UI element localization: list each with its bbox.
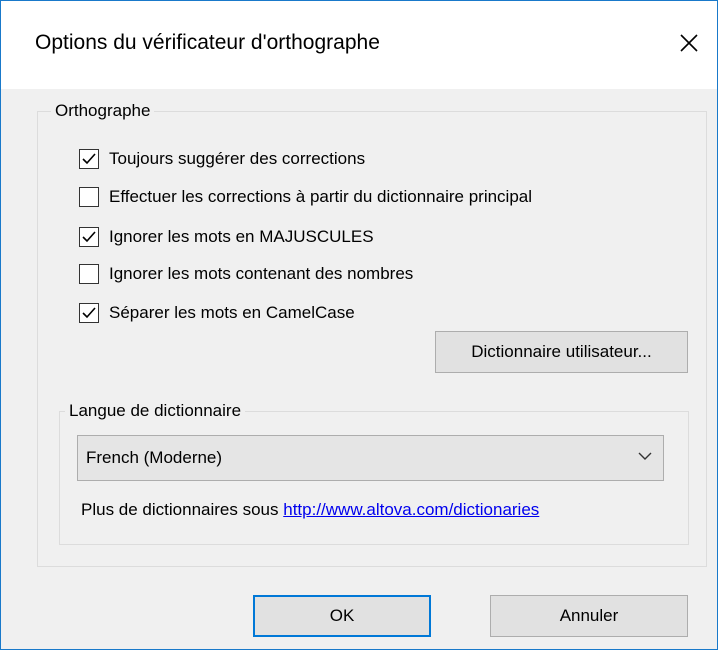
dialog-title: Options du vérificateur d'orthographe [35, 31, 380, 54]
close-button[interactable] [669, 23, 709, 63]
chevron-down-icon [638, 452, 652, 460]
checkbox[interactable] [79, 149, 99, 169]
title-bar: Options du vérificateur d'orthographe [1, 1, 717, 89]
dictionaries-link[interactable]: http://www.altova.com/dictionaries [283, 500, 539, 519]
language-dropdown[interactable]: French (Moderne) [77, 435, 664, 481]
checkmark-icon [82, 153, 96, 165]
cancel-button-label: Annuler [559, 606, 619, 625]
option-split-camelcase[interactable]: Séparer les mots en CamelCase [79, 301, 355, 325]
option-label: Toujours suggérer des corrections [109, 149, 366, 168]
spelling-group-label: Orthographe [51, 101, 155, 121]
cancel-button[interactable]: Annuler [490, 595, 688, 637]
option-label: Effectuer les corrections à partir du di… [109, 187, 533, 206]
option-main-dictionary-corrections[interactable]: Effectuer les corrections à partir du di… [79, 185, 532, 209]
option-label: Séparer les mots en CamelCase [109, 303, 355, 322]
option-suggest-corrections[interactable]: Toujours suggérer des corrections [79, 147, 365, 171]
language-group-label: Langue de dictionnaire [65, 401, 246, 421]
user-dictionary-button-label: Dictionnaire utilisateur... [471, 342, 652, 361]
option-label: Ignorer les mots en MAJUSCULES [109, 227, 374, 246]
checkmark-icon [82, 231, 96, 243]
more-dictionaries-line: Plus de dictionnaires sous http://www.al… [81, 500, 539, 520]
checkbox[interactable] [79, 187, 99, 207]
option-ignore-numbers[interactable]: Ignorer les mots contenant des nombres [79, 262, 413, 286]
ok-button-label: OK [329, 606, 355, 625]
option-ignore-uppercase[interactable]: Ignorer les mots en MAJUSCULES [79, 225, 374, 249]
more-dictionaries-text: Plus de dictionnaires sous [81, 500, 284, 519]
user-dictionary-button[interactable]: Dictionnaire utilisateur... [435, 331, 688, 373]
checkbox[interactable] [79, 227, 99, 247]
checkbox[interactable] [79, 303, 99, 323]
ok-button[interactable]: OK [253, 595, 431, 637]
close-icon [680, 34, 698, 52]
checkbox[interactable] [79, 264, 99, 284]
spellcheck-options-dialog: Options du vérificateur d'orthographe Or… [0, 0, 718, 650]
option-label: Ignorer les mots contenant des nombres [109, 264, 414, 283]
language-dropdown-value: French (Moderne) [86, 448, 223, 467]
checkmark-icon [82, 307, 96, 319]
